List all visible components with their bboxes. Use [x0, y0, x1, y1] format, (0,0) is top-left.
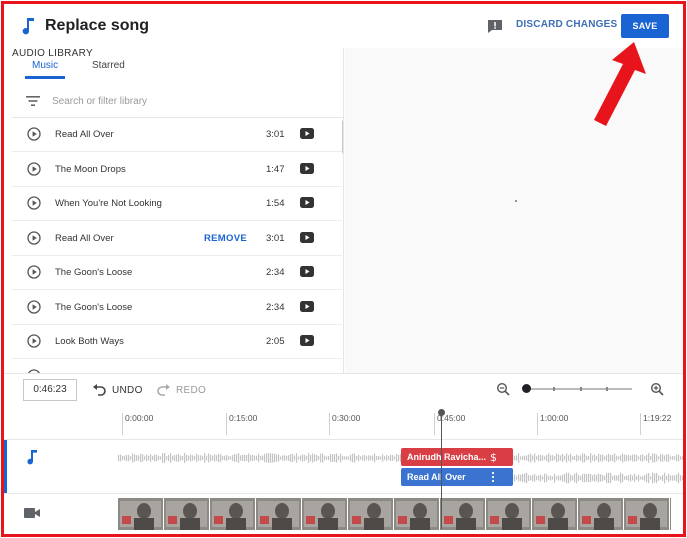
- editor-frame: Replace song DISCARD CHANGES SAVE Music …: [1, 1, 686, 537]
- zoom-tick: [606, 387, 608, 391]
- ruler-label: 1:00:00: [540, 413, 569, 423]
- ruler-label: 1:19:22: [643, 413, 672, 423]
- library-tabs: Music Starred AUDIO LIBRARY: [12, 48, 343, 80]
- ruler-label: 0:00:00: [125, 413, 154, 423]
- ruler-label: 0:15:00: [229, 413, 258, 423]
- youtube-icon[interactable]: [300, 197, 314, 208]
- search-input[interactable]: [52, 93, 312, 109]
- track-duration: 1:54: [266, 198, 285, 209]
- track-row[interactable]: The Goon's Loose 2:34: [12, 255, 342, 290]
- more-vert-icon[interactable]: [491, 471, 495, 483]
- zoom-tick: [553, 387, 555, 391]
- remove-track-button[interactable]: REMOVE: [204, 233, 247, 244]
- ruler-tick: [226, 413, 227, 435]
- ruler-tick: [640, 413, 641, 435]
- track-duration: 1:47: [266, 163, 285, 175]
- play-circle-icon[interactable]: [27, 230, 41, 245]
- track-row[interactable]: Read All Over REMOVE 3:01: [12, 221, 342, 256]
- money-icon: $: [490, 451, 497, 463]
- track-duration: 3:01: [266, 232, 285, 244]
- song-clip-label: Read All Over: [407, 472, 466, 482]
- discard-changes-button[interactable]: DISCARD CHANGES: [516, 19, 617, 30]
- feedback-icon[interactable]: [487, 19, 503, 34]
- track-row[interactable]: When You're Not Looking 1:54: [12, 186, 342, 221]
- redo-icon[interactable]: [157, 384, 171, 396]
- video-track-row: [4, 493, 683, 534]
- youtube-icon[interactable]: [300, 231, 314, 243]
- play-circle-icon[interactable]: [27, 161, 41, 176]
- tab-starred[interactable]: Starred: [92, 60, 125, 71]
- music-note-icon: [22, 18, 34, 35]
- track-title: The Goon's Loose: [55, 267, 133, 278]
- track-row[interactable]: Look Both Ways 2:05: [12, 324, 342, 359]
- undo-button[interactable]: UNDO: [112, 385, 143, 396]
- play-circle-icon[interactable]: [27, 299, 41, 314]
- camera-icon: [24, 508, 40, 518]
- zoom-out-icon[interactable]: [496, 382, 510, 396]
- audio-library-link[interactable]: AUDIO LIBRARY: [12, 48, 343, 59]
- redo-button[interactable]: REDO: [176, 385, 206, 396]
- artist-clip-label: Anirudh Ravicha...: [407, 452, 487, 462]
- header: Replace song DISCARD CHANGES SAVE: [4, 4, 683, 48]
- play-circle-icon[interactable]: [27, 334, 41, 348]
- tab-music[interactable]: Music: [32, 60, 58, 71]
- play-circle-icon[interactable]: [27, 127, 41, 141]
- zoom-slider-track[interactable]: [528, 387, 632, 391]
- track-duration: 2:34: [266, 301, 285, 313]
- track-row[interactable]: The Moon Drops 1:47: [12, 152, 342, 187]
- audio-track-row: Anirudh Ravicha... $ Read All Over: [4, 439, 683, 494]
- track-title: The Goon's Loose: [55, 301, 133, 313]
- page-title: Replace song: [45, 17, 150, 34]
- track-title: Read All Over: [55, 129, 114, 140]
- play-circle-icon[interactable]: [27, 196, 41, 210]
- timecode-display[interactable]: 0:46:23: [23, 379, 77, 401]
- ruler-label: 0:30:00: [332, 413, 361, 423]
- zoom-slider-handle[interactable]: [522, 384, 531, 393]
- ruler-tick: [329, 413, 330, 435]
- track-duration: 2:34: [266, 267, 285, 278]
- track-row[interactable]: The Goon's Loose 2:34: [12, 290, 342, 325]
- zoom-tick: [580, 387, 582, 391]
- active-tab-indicator: [25, 76, 65, 79]
- music-note-icon: [27, 450, 37, 465]
- ruler-tick: [122, 413, 123, 435]
- youtube-icon[interactable]: [300, 266, 314, 277]
- annotation-arrow: [594, 42, 646, 126]
- zoom-in-icon[interactable]: [650, 382, 664, 396]
- svg-text:$: $: [490, 451, 497, 463]
- selected-track-marker: [4, 440, 7, 494]
- play-circle-icon[interactable]: [27, 265, 41, 279]
- timeline-ruler[interactable]: 0:00:00 0:15:00 0:30:00 0:45:00 1:00:00 1:19:…: [4, 407, 683, 439]
- video-filmstrip[interactable]: [118, 498, 671, 530]
- preview-dot: [515, 200, 517, 202]
- ruler-tick: [537, 413, 538, 435]
- track-title: When You're Not Looking: [55, 198, 162, 209]
- filter-icon[interactable]: [26, 95, 40, 107]
- youtube-icon[interactable]: [300, 335, 314, 346]
- search-bar: [12, 84, 343, 118]
- youtube-icon[interactable]: [300, 128, 314, 139]
- track-list-scrollbar[interactable]: [342, 120, 343, 154]
- song-audio-clip[interactable]: Read All Over: [401, 468, 513, 486]
- audio-library-panel: Music Starred AUDIO LIBRARY Read All Ove…: [12, 48, 344, 373]
- track-duration: 2:05: [266, 336, 285, 347]
- playhead[interactable]: [441, 412, 442, 529]
- ruler-tick: [434, 413, 435, 435]
- save-button[interactable]: SAVE: [621, 14, 669, 38]
- youtube-icon[interactable]: [300, 162, 314, 174]
- track-row[interactable]: [12, 359, 342, 373]
- track-duration: 3:01: [266, 129, 285, 140]
- track-title: The Moon Drops: [55, 163, 126, 175]
- undo-icon[interactable]: [92, 384, 106, 396]
- track-row[interactable]: Read All Over 3:01: [12, 117, 342, 152]
- artist-audio-clip[interactable]: Anirudh Ravicha... $: [401, 448, 513, 466]
- youtube-icon[interactable]: [300, 300, 314, 312]
- track-title: Read All Over: [55, 232, 114, 244]
- track-title: Look Both Ways: [55, 336, 124, 347]
- playhead-handle[interactable]: [438, 409, 445, 416]
- timeline-toolbar: 0:46:23 UNDO REDO: [4, 373, 683, 407]
